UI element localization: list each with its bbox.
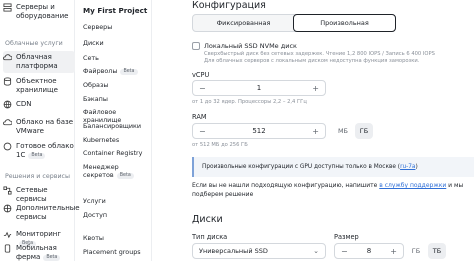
nav-item-quotas[interactable]: Квоты xyxy=(83,234,104,242)
sidebar-item-label: Дополнительные сервисы xyxy=(16,204,80,221)
beta-badge: Beta xyxy=(28,153,46,159)
nav-item-access[interactable]: Доступ xyxy=(83,211,107,219)
sidebar-item-label: Сетевые сервисы xyxy=(16,186,48,203)
vcpu-hint: от 1 до 32 ядер. Процессоры 2,2 – 2,4 ГГ… xyxy=(192,99,307,105)
main-content: Конфигурация Фиксированная Произвольная … xyxy=(152,0,474,261)
disk-unit-gb[interactable]: ГБ xyxy=(407,243,425,259)
chevron-down-icon[interactable]: ⌄ xyxy=(134,7,140,15)
project-sidebar: My First Project Серверы Диски Сеть Файр… xyxy=(76,0,152,261)
disk-unit-tb[interactable]: ТБ xyxy=(428,243,446,259)
tab-fixed[interactable]: Фиксированная xyxy=(193,15,294,31)
ram-unit-gb[interactable]: ГБ xyxy=(355,123,373,139)
config-heading: Конфигурация xyxy=(192,0,266,11)
config-type-toggle: Фиксированная Произвольная xyxy=(192,14,396,32)
ram-unit-mb[interactable]: МБ xyxy=(334,123,352,139)
servers-icon xyxy=(3,3,12,12)
sidebar-item-cloud-platform[interactable]: Облачная платформа xyxy=(3,51,75,73)
monitoring-icon xyxy=(3,230,12,239)
local-ssd-label: Локальный SSD NVMe диск xyxy=(204,42,297,50)
ram-hint: от 512 МБ до 256 ГБ xyxy=(192,142,248,148)
object-storage-icon xyxy=(3,77,12,86)
sidebar-item-mobile-farm[interactable]: Мобильная ферма Beta xyxy=(3,244,75,261)
ram-value[interactable]: 512 xyxy=(252,127,265,135)
nav-item-disks[interactable]: Диски xyxy=(83,39,104,47)
disk-type-select[interactable]: Универсальный SSD ⌄ xyxy=(192,243,326,259)
gpu-info-end: ) xyxy=(415,164,418,170)
nav-item-label: Файрволы xyxy=(83,67,118,75)
sidebar-item-label: Серверы и оборудование xyxy=(16,3,69,20)
nav-item-secrets[interactable]: Менеджер секретов Beta xyxy=(83,163,149,179)
sidebar-item-vmware[interactable]: Облако на базе VMware xyxy=(3,118,75,136)
sidebar-item-1c[interactable]: Готовое облако 1С Beta xyxy=(3,142,75,160)
local-ssd-hint: Сверхбыстрый диск без сетевых задержек. … xyxy=(204,51,474,65)
nav-item-balancers[interactable]: Балансировщики xyxy=(83,122,141,130)
sidebar-item-network[interactable]: Сетевые сервисы xyxy=(3,186,75,204)
sidebar-item-label: Облачная платформа xyxy=(16,53,58,70)
gpu-info-text: Произвольные конфигурации с GPU доступны… xyxy=(202,164,401,170)
disk-type-label: Тип диска xyxy=(192,233,228,241)
disk-size-value[interactable]: 8 xyxy=(367,247,371,255)
nav-item-firewalls[interactable]: Файрволы Beta xyxy=(83,67,138,75)
sidebar-item-object-storage[interactable]: Объектное хранилище xyxy=(3,77,75,95)
plus-icon[interactable]: + xyxy=(312,84,319,93)
minus-icon[interactable]: − xyxy=(199,84,206,93)
nav-item-container-registry[interactable]: Container Registry xyxy=(83,149,142,157)
nav-item-network[interactable]: Сеть xyxy=(83,54,99,62)
sidebar-item-label: Мониторинг xyxy=(16,230,62,238)
nav-item-kubernetes[interactable]: Kubernetes xyxy=(83,136,119,144)
nav-item-services[interactable]: Услуги xyxy=(83,197,106,205)
disk-type-value: Универсальный SSD xyxy=(199,247,268,255)
mobile-farm-icon xyxy=(3,244,12,253)
ram-stepper[interactable]: − 512 + xyxy=(192,123,326,139)
sidebar-section-cloud: Облачные услуги xyxy=(5,40,63,47)
local-ssd-checkbox[interactable] xyxy=(192,42,200,50)
beta-badge: Beta xyxy=(120,69,138,75)
disk-size-label: Размер xyxy=(334,233,359,241)
disk-size-stepper[interactable]: − 8 + xyxy=(334,243,404,259)
beta-badge: Beta xyxy=(116,173,134,179)
support-text: Если вы не нашли подходящую конфигурацию… xyxy=(192,182,474,199)
gpu-info-banner: Произвольные конфигурации с GPU доступны… xyxy=(192,157,474,177)
sidebar-item-additional[interactable]: Дополнительные сервисы xyxy=(3,204,80,222)
beta-badge: Beta xyxy=(43,255,61,261)
sidebar-item-label: CDN xyxy=(16,100,32,108)
plus-icon[interactable]: + xyxy=(312,127,319,136)
gpu-region-link[interactable]: ru-7a xyxy=(400,164,415,170)
support-link[interactable]: в службу поддержки xyxy=(379,182,446,189)
vcpu-value[interactable]: 1 xyxy=(257,84,261,92)
disks-heading: Диски xyxy=(192,214,223,225)
chevron-down-icon: ⌄ xyxy=(313,247,319,255)
local-ssd-hint-line-2: Для облачных серверов с локальным диском… xyxy=(204,58,420,64)
sidebar-item-cdn[interactable]: CDN xyxy=(3,100,75,109)
cloud-platform-icon xyxy=(3,53,12,62)
support-text-1: Если вы не нашли подходящую конфигурацию… xyxy=(192,182,380,189)
minus-icon[interactable]: − xyxy=(341,247,348,256)
nav-item-images[interactable]: Образы xyxy=(83,81,108,89)
sidebar-item-servers[interactable]: Серверы и оборудование xyxy=(3,3,75,21)
local-ssd-hint-line-1: Сверхбыстрый диск без сетевых задержек. … xyxy=(204,51,435,57)
nav-item-servers[interactable]: Серверы xyxy=(83,23,112,31)
minus-icon[interactable]: − xyxy=(199,127,206,136)
plus-icon[interactable]: + xyxy=(390,247,397,256)
tab-custom[interactable]: Произвольная xyxy=(293,14,396,32)
vcpu-label: vCPU xyxy=(192,71,210,79)
sidebar-item-label: Объектное хранилище xyxy=(16,77,58,94)
nav-item-placement-groups[interactable]: Placement groups xyxy=(83,248,141,256)
ram-label: RAM xyxy=(192,113,207,121)
nav-item-label: Менеджер секретов xyxy=(83,163,119,179)
nav-item-backups[interactable]: Бэкапы xyxy=(83,95,108,103)
cloud-1c-icon xyxy=(3,142,12,151)
additional-services-icon xyxy=(3,204,12,213)
sidebar-item-label: Облако на базе VMware xyxy=(16,118,74,135)
main-sidebar: Серверы и оборудование Облачные услуги О… xyxy=(0,0,80,261)
cdn-icon xyxy=(3,100,12,109)
vcpu-stepper[interactable]: − 1 + xyxy=(192,80,326,96)
sidebar-section-solutions: Решения и сервисы xyxy=(5,173,70,180)
vmware-cloud-icon xyxy=(3,118,12,127)
network-services-icon xyxy=(3,186,12,195)
